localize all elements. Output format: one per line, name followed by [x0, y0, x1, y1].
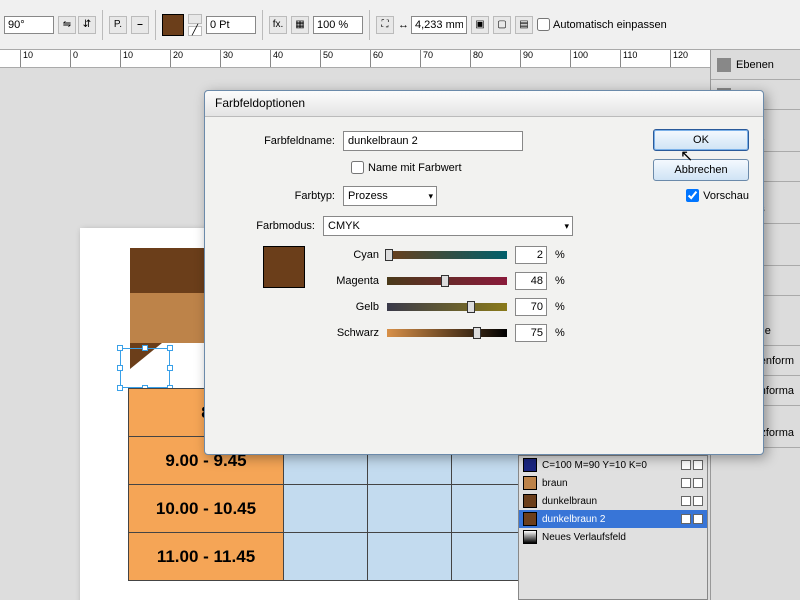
- swatch-row[interactable]: Neues Verlaufsfeld: [519, 528, 707, 546]
- dialog-title: Farbfeldoptionen: [205, 91, 763, 117]
- color-type-select[interactable]: Prozess: [343, 186, 437, 206]
- mode-label: Farbmodus:: [223, 220, 323, 232]
- drop-shadow-icon[interactable]: ▦: [291, 16, 309, 34]
- swatch-row-selected[interactable]: dunkelbraun 2: [519, 510, 707, 528]
- cyan-value[interactable]: [515, 246, 547, 264]
- swatch-row[interactable]: braun: [519, 474, 707, 492]
- name-with-value-label: Name mit Farbwert: [368, 162, 462, 174]
- preview-swatch: [263, 246, 305, 288]
- fill-swatch[interactable]: [162, 14, 184, 36]
- cancel-button[interactable]: Abbrechen: [653, 159, 749, 181]
- stroke-icon[interactable]: ╱: [188, 26, 202, 36]
- panel-ebenen[interactable]: Ebenen: [711, 50, 800, 80]
- black-slider[interactable]: [387, 329, 507, 337]
- swatch-row[interactable]: C=100 M=90 Y=10 K=0: [519, 456, 707, 474]
- text-tool-icon[interactable]: P.: [109, 16, 127, 34]
- yellow-slider[interactable]: [387, 303, 507, 311]
- flip-h-icon[interactable]: ⇋: [58, 16, 76, 34]
- swatch-name-input[interactable]: [343, 131, 523, 151]
- flip-v-icon[interactable]: ⇵: [78, 16, 96, 34]
- anchor-icon[interactable]: ⎯: [131, 16, 149, 34]
- magenta-value[interactable]: [515, 272, 547, 290]
- fit-content-icon[interactable]: ▣: [471, 16, 489, 34]
- preview-label: Vorschau: [703, 190, 749, 202]
- horizontal-ruler: 10 0 10 20 30 40 50 60 70 80 90 100 110 …: [0, 50, 800, 68]
- type-label: Farbtyp:: [223, 190, 343, 202]
- angle-input[interactable]: [4, 16, 54, 34]
- top-toolbar: ⇋⇵ P. ⎯ ╱ fx. ▦ ⛶ ↔ ▣ ▢ ▤ Automatisch ei…: [0, 0, 800, 50]
- swatch-row[interactable]: dunkelbraun: [519, 492, 707, 510]
- auto-fit-checkbox[interactable]: [537, 18, 550, 31]
- preview-checkbox[interactable]: [686, 189, 699, 202]
- cyan-slider[interactable]: [387, 251, 507, 259]
- swatches-panel: C=100 M=90 Y=10 K=0 braun dunkelbraun du…: [518, 455, 708, 600]
- black-value[interactable]: [515, 324, 547, 342]
- auto-fit-label: Automatisch einpassen: [553, 19, 667, 31]
- ok-button[interactable]: OK: [653, 129, 749, 151]
- opacity-input[interactable]: [313, 16, 363, 34]
- name-with-value-checkbox[interactable]: [351, 161, 364, 174]
- fit-frame-icon[interactable]: ▢: [493, 16, 511, 34]
- frame-fit-icon[interactable]: ⛶: [376, 16, 394, 34]
- yellow-value[interactable]: [515, 298, 547, 316]
- selection-handles[interactable]: [120, 348, 170, 388]
- color-mode-select[interactable]: CMYK: [323, 216, 573, 236]
- swatch-options-dialog: Farbfeldoptionen Farbfeldname: Name mit …: [204, 90, 764, 455]
- name-label: Farbfeldname:: [223, 135, 343, 147]
- fx-icon[interactable]: fx.: [269, 16, 287, 34]
- fit-offset-input[interactable]: [411, 16, 467, 34]
- stroke-weight-input[interactable]: [206, 16, 256, 34]
- magenta-slider[interactable]: [387, 277, 507, 285]
- fill-icon[interactable]: [188, 14, 202, 24]
- center-icon[interactable]: ▤: [515, 16, 533, 34]
